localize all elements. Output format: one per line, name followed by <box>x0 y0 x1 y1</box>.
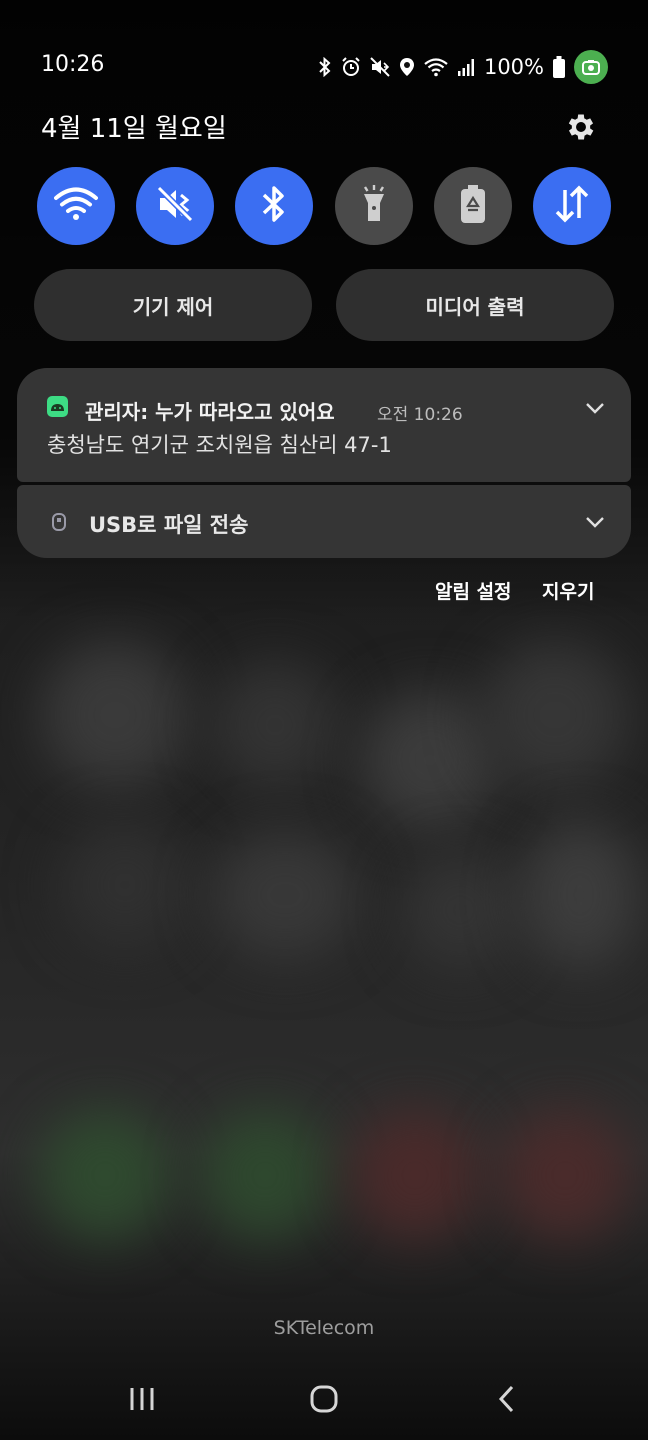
battery-icon <box>553 56 565 78</box>
notification-settings-button[interactable]: 알림 설정 <box>435 577 512 604</box>
recent-apps-icon[interactable] <box>112 1376 172 1422</box>
location-icon <box>399 57 415 77</box>
chevron-down-icon[interactable] <box>583 510 607 534</box>
notification-body: 충청남도 연기군 조치원읍 침산리 47-1 <box>47 433 392 457</box>
notification-time: 오전 10:26 <box>377 405 463 425</box>
chevron-down-icon[interactable] <box>583 396 607 420</box>
navigation-bar <box>0 1376 648 1422</box>
signal-icon <box>457 57 475 77</box>
date-label: 4월 11일 월요일 <box>41 114 227 144</box>
clear-button[interactable]: 지우기 <box>542 577 594 604</box>
home-icon[interactable] <box>294 1376 354 1422</box>
android-icon <box>47 396 68 417</box>
data-arrows-icon <box>552 184 592 228</box>
mobile-data-toggle[interactable] <box>532 167 611 245</box>
flashlight-icon <box>359 184 389 228</box>
gear-icon[interactable] <box>564 110 598 144</box>
back-icon[interactable] <box>476 1376 536 1422</box>
mute-icon <box>155 184 195 228</box>
wifi-icon <box>424 57 448 77</box>
battery-percent: 100% <box>483 55 544 79</box>
screen-recorder-icon[interactable] <box>574 50 608 84</box>
alarm-icon <box>341 57 361 77</box>
flashlight-toggle[interactable] <box>334 167 413 245</box>
notification-title: 관리자: 누가 따라오고 있어요 <box>85 400 335 424</box>
bluetooth-icon <box>318 57 332 77</box>
media-output-button[interactable]: 미디어 출력 <box>336 269 614 341</box>
usb-icon <box>49 511 69 533</box>
wifi-toggle[interactable] <box>37 167 115 245</box>
notification-title: USB로 파일 전송 <box>89 513 249 537</box>
battery-saver-icon <box>459 184 487 228</box>
notification-card-usb[interactable]: USB로 파일 전송 <box>17 485 631 558</box>
wifi-icon <box>54 186 98 226</box>
bluetooth-toggle[interactable] <box>235 167 314 245</box>
status-bar: 10:26 100% <box>0 46 648 86</box>
quick-settings-toggles <box>37 167 611 245</box>
device-control-button[interactable]: 기기 제어 <box>34 269 312 341</box>
power-saving-toggle[interactable] <box>433 167 512 245</box>
mute-icon <box>370 57 390 77</box>
notification-card-admin[interactable]: 관리자: 누가 따라오고 있어요 오전 10:26 충청남도 연기군 조치원읍 … <box>17 368 631 482</box>
sound-toggle[interactable] <box>136 167 215 245</box>
bluetooth-icon <box>261 184 287 228</box>
carrier-label: SKTelecom <box>273 1317 375 1339</box>
clock: 10:26 <box>41 52 105 77</box>
